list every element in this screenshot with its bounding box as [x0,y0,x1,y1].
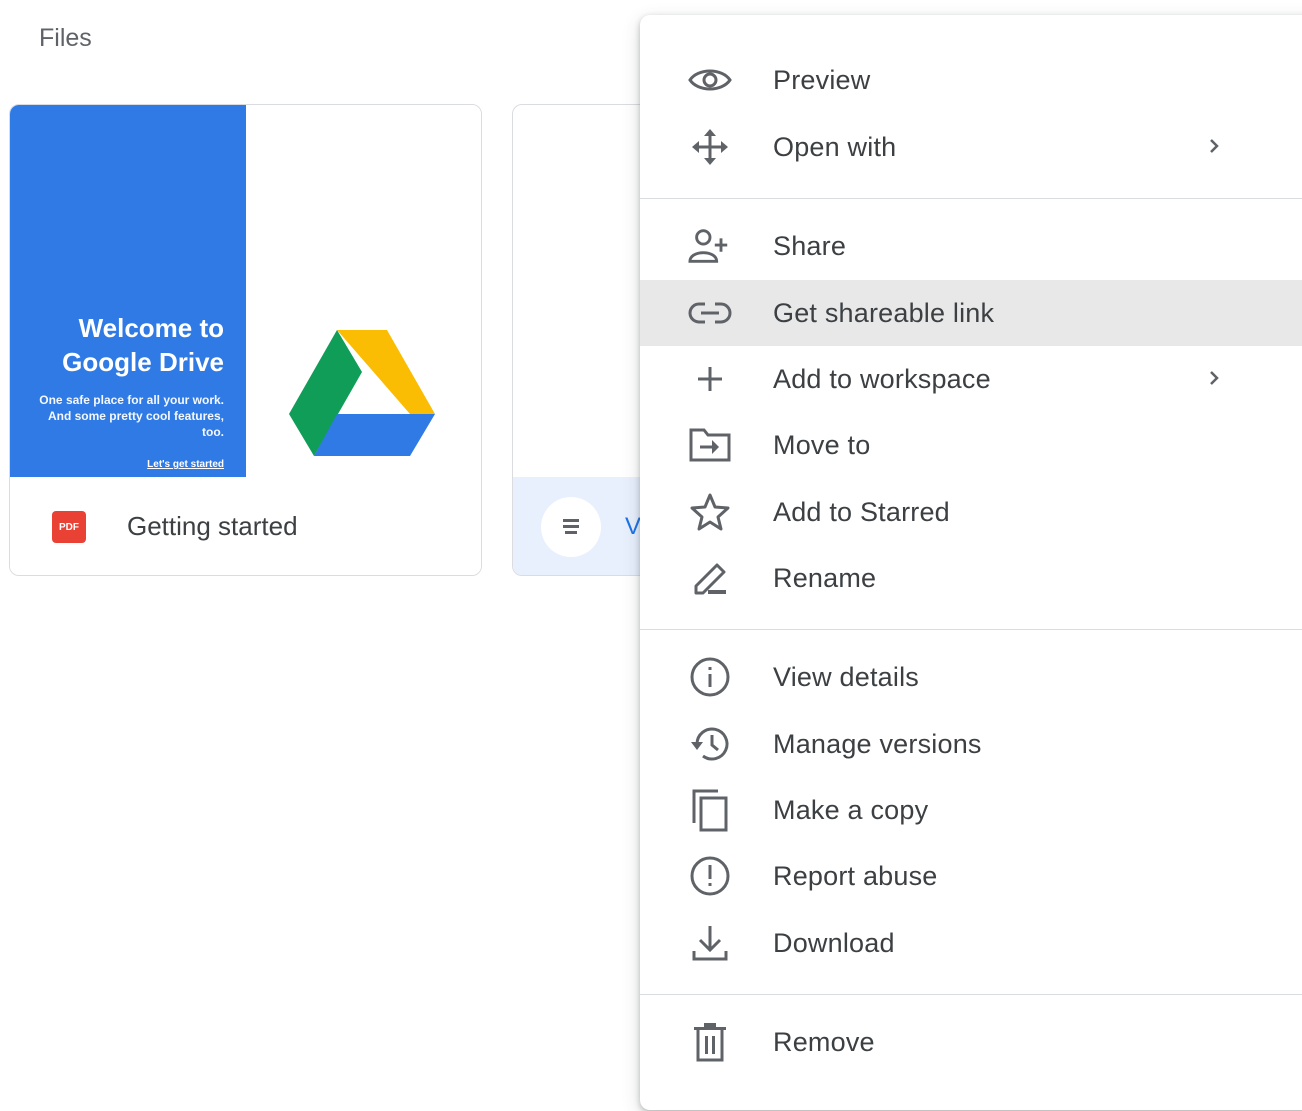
menu-item-label: Open with [773,131,897,162]
chevron-right-icon [1202,366,1226,390]
trash-icon [688,1021,732,1063]
doc-icon [541,497,601,557]
menu-item-label: Manage versions [773,728,982,759]
menu-item-make-a-copy[interactable]: Make a copy [640,777,1302,843]
menu-item-download[interactable]: Download [640,910,1302,976]
menu-item-label: Download [773,927,895,958]
menu-item-label: Share [773,230,847,261]
menu-item-share[interactable]: Share [640,213,1302,279]
menu-item-rename[interactable]: Rename [640,545,1302,611]
file-card-getting-started[interactable]: Welcome to Google Drive One safe place f… [9,104,482,576]
menu-item-remove[interactable]: Remove [640,1009,1302,1075]
menu-item-label: Move to [773,429,871,460]
move-arrows-icon [688,126,732,168]
star-icon [688,491,732,533]
pdf-file-icon: PDF [52,511,86,543]
info-icon [688,656,732,698]
menu-item-label: Report abuse [773,860,938,891]
menu-divider [640,994,1302,995]
menu-item-label: Add to Starred [773,496,950,527]
history-icon [688,723,732,765]
report-icon [688,855,732,897]
menu-divider [640,198,1302,199]
menu-item-label: View details [773,661,919,692]
menu-item-add-to-workspace[interactable]: Add to workspace [640,346,1302,412]
menu-item-label: Make a copy [773,794,929,825]
thumbnail-cta: Let's get started [147,459,224,470]
person-add-icon [688,225,732,267]
file-thumbnail: Welcome to Google Drive One safe place f… [10,105,481,477]
menu-item-report-abuse[interactable]: Report abuse [640,843,1302,909]
menu-item-label: Preview [773,64,871,95]
menu-item-label: Get shareable link [773,297,995,328]
link-icon [688,292,732,334]
google-drive-logo-icon [289,330,435,460]
download-icon [688,922,732,964]
menu-item-get-shareable-link[interactable]: Get shareable link [640,280,1302,346]
eye-icon [688,59,732,101]
files-section-label: Files [39,24,92,52]
thumbnail-title: Welcome to Google Drive [62,313,224,377]
file-name[interactable]: Getting started [127,511,298,542]
menu-item-view-details[interactable]: View details [640,644,1302,710]
plus-icon [688,358,732,400]
menu-item-add-to-starred[interactable]: Add to Starred [640,479,1302,545]
menu-item-label: Rename [773,562,877,593]
menu-item-label: Add to workspace [773,363,991,394]
menu-item-manage-versions[interactable]: Manage versions [640,711,1302,777]
copy-icon [688,789,732,832]
folder-move-icon [688,424,732,466]
menu-item-move-to[interactable]: Move to [640,412,1302,478]
menu-item-preview[interactable]: Preview [640,47,1302,113]
menu-divider [640,629,1302,630]
context-menu: Preview Open with Share Get shareable li… [640,15,1302,1110]
file-card-footer: PDF Getting started [10,477,481,575]
thumbnail-blue-panel: Welcome to Google Drive One safe place f… [10,105,246,477]
pencil-icon [688,557,732,599]
thumbnail-tagline: One safe place for all your work. And so… [39,393,224,439]
menu-item-open-with[interactable]: Open with [640,114,1302,180]
menu-item-label: Remove [773,1026,875,1057]
file-name[interactable]: V [625,513,641,541]
chevron-right-icon [1202,134,1226,158]
